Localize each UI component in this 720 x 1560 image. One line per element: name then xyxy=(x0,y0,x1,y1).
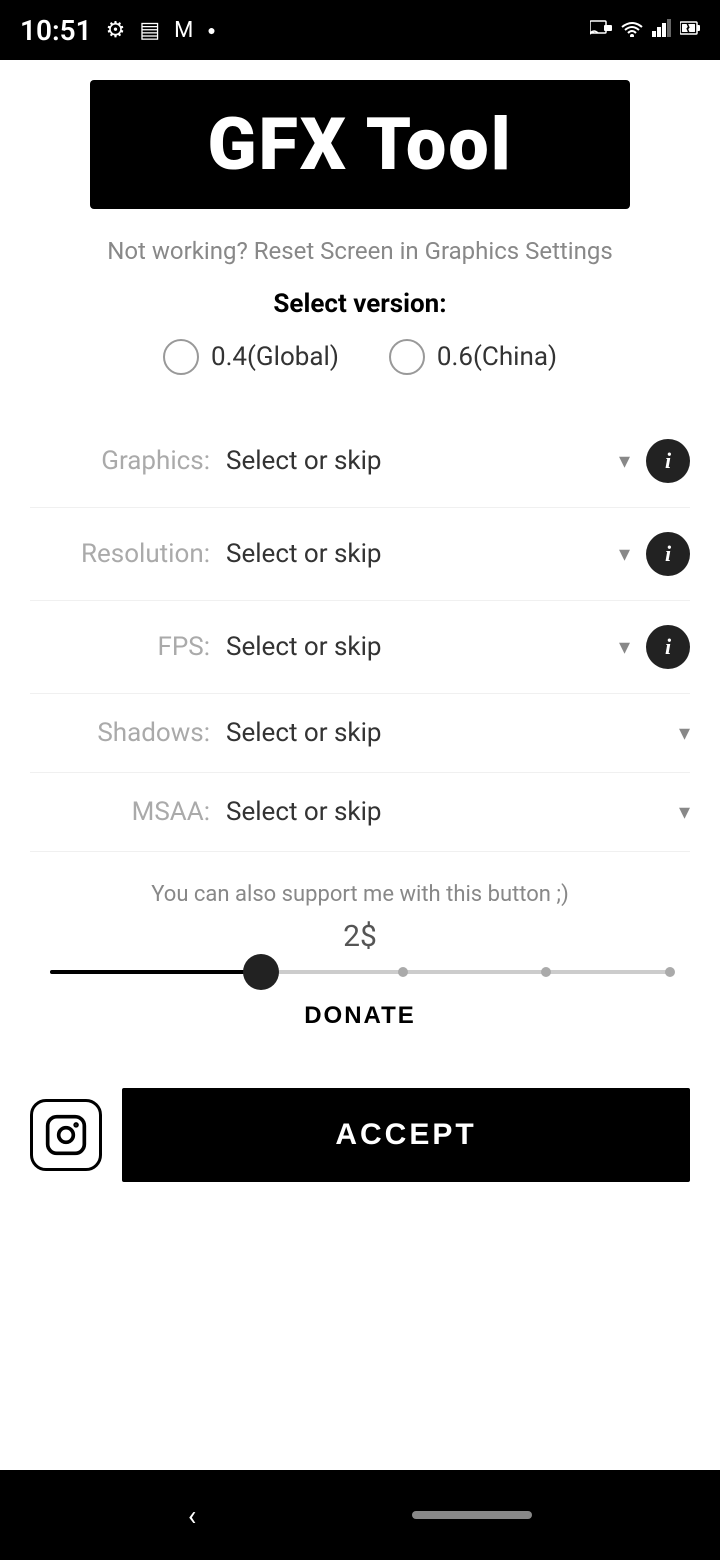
bottom-section: ACCEPT xyxy=(30,1078,690,1182)
version-china-label: 0.6(China) xyxy=(437,342,557,372)
graphics-value: Select or skip xyxy=(226,446,382,476)
shadows-arrow-icon: ▾ xyxy=(679,721,690,746)
fps-info-icon[interactable]: i xyxy=(646,625,690,669)
subtitle: Not working? Reset Screen in Graphics Se… xyxy=(107,237,613,265)
slider-fill xyxy=(50,970,261,974)
resolution-info-icon[interactable]: i xyxy=(646,532,690,576)
slider-track xyxy=(50,970,670,974)
version-option-china[interactable]: 0.6(China) xyxy=(389,339,557,375)
select-version-label: Select version: xyxy=(273,289,446,319)
gmail-icon: M xyxy=(174,18,193,43)
resolution-arrow-icon: ▾ xyxy=(619,542,630,567)
main-content: GFX Tool Not working? Reset Screen in Gr… xyxy=(0,60,720,1470)
fps-dropdown[interactable]: Select or skip ▾ xyxy=(226,632,630,662)
message-icon: ▤ xyxy=(139,18,160,43)
nav-back-button[interactable]: ‹ xyxy=(188,1499,196,1532)
status-bar-left: 10:51 ⚙ ▤ M ● xyxy=(20,14,216,47)
graphics-row: Graphics: Select or skip ▾ i xyxy=(30,415,690,508)
nav-home-pill[interactable] xyxy=(412,1511,532,1519)
resolution-dropdown[interactable]: Select or skip ▾ xyxy=(226,539,630,569)
shadows-value: Select or skip xyxy=(226,718,382,748)
support-text: You can also support me with this button… xyxy=(151,882,568,907)
fps-value: Select or skip xyxy=(226,632,382,662)
shadows-label: Shadows: xyxy=(30,718,210,748)
resolution-value: Select or skip xyxy=(226,539,382,569)
status-bar: 10:51 ⚙ ▤ M ● xyxy=(0,0,720,60)
settings-icon: ⚙ xyxy=(106,18,126,43)
radio-china[interactable] xyxy=(389,339,425,375)
fps-arrow-icon: ▾ xyxy=(619,635,630,660)
graphics-info-icon[interactable]: i xyxy=(646,439,690,483)
radio-global[interactable] xyxy=(163,339,199,375)
version-options: 0.4(Global) 0.6(China) xyxy=(163,339,557,375)
status-time: 10:51 xyxy=(20,14,92,47)
status-bar-right xyxy=(590,18,700,42)
accept-button[interactable]: ACCEPT xyxy=(122,1088,690,1182)
slider-thumb[interactable] xyxy=(243,954,279,990)
graphics-dropdown[interactable]: Select or skip ▾ xyxy=(226,446,630,476)
fps-row: FPS: Select or skip ▾ i xyxy=(30,601,690,694)
resolution-row: Resolution: Select or skip ▾ i xyxy=(30,508,690,601)
msaa-value: Select or skip xyxy=(226,797,382,827)
shadows-row: Shadows: Select or skip ▾ xyxy=(30,694,690,773)
cast-icon xyxy=(590,18,612,42)
support-section: You can also support me with this button… xyxy=(30,882,690,1058)
instagram-icon[interactable] xyxy=(30,1099,102,1171)
msaa-label: MSAA: xyxy=(30,797,210,827)
donate-amount: 2$ xyxy=(343,919,377,954)
donate-button[interactable]: DONATE xyxy=(284,994,436,1038)
slider-tick-2 xyxy=(541,967,551,977)
graphics-arrow-icon: ▾ xyxy=(619,449,630,474)
donate-slider[interactable] xyxy=(30,970,690,974)
signal-icon xyxy=(652,18,672,42)
slider-tick-1 xyxy=(398,967,408,977)
app-title: GFX Tool xyxy=(130,102,590,187)
nav-bar: ‹ xyxy=(0,1470,720,1560)
msaa-row: MSAA: Select or skip ▾ xyxy=(30,773,690,852)
msaa-dropdown[interactable]: Select or skip ▾ xyxy=(226,797,690,827)
wifi-icon xyxy=(620,18,644,42)
dot-icon: ● xyxy=(207,22,215,39)
fps-label: FPS: xyxy=(30,632,210,662)
slider-tick-3 xyxy=(665,967,675,977)
app-title-banner: GFX Tool xyxy=(90,80,630,209)
resolution-label: Resolution: xyxy=(30,539,210,569)
msaa-arrow-icon: ▾ xyxy=(679,800,690,825)
shadows-dropdown[interactable]: Select or skip ▾ xyxy=(226,718,690,748)
settings-section: Graphics: Select or skip ▾ i Resolution:… xyxy=(30,415,690,852)
battery-icon xyxy=(680,18,700,42)
version-option-global[interactable]: 0.4(Global) xyxy=(163,339,339,375)
graphics-label: Graphics: xyxy=(30,446,210,476)
version-global-label: 0.4(Global) xyxy=(211,342,339,372)
